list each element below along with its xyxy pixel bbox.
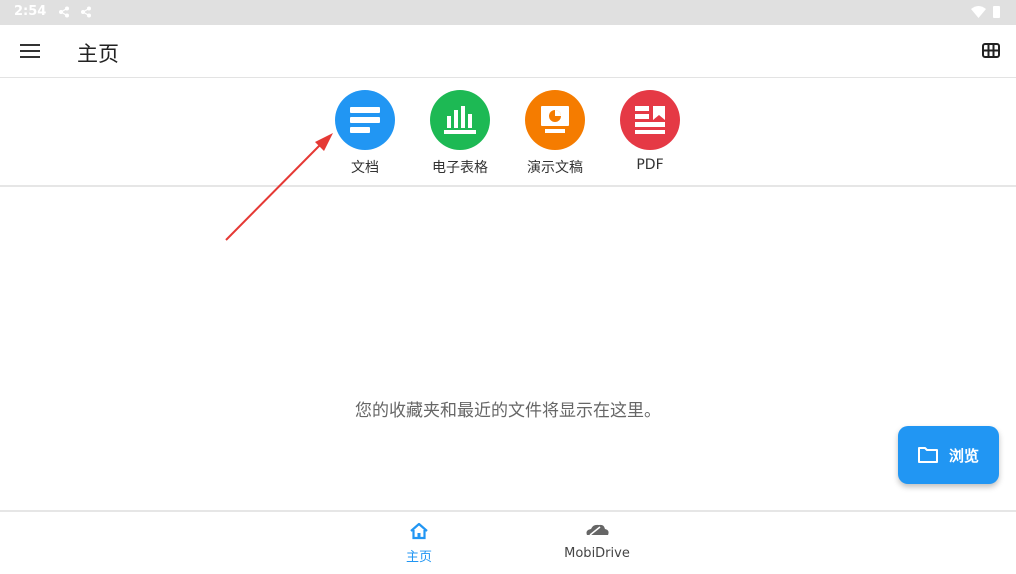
folder-icon — [918, 447, 938, 463]
document-icon — [335, 90, 395, 150]
page-title: 主页 — [77, 42, 119, 66]
shortcut-label: PDF — [636, 157, 664, 173]
nav-label: MobiDrive — [564, 546, 630, 561]
shortcut-label: 文档 — [351, 160, 379, 176]
wifi-icon — [971, 6, 986, 18]
spreadsheet-icon — [430, 90, 490, 150]
grid-view-icon[interactable] — [982, 43, 1000, 58]
pdf-icon — [620, 90, 680, 150]
share-notification-icon — [59, 6, 69, 18]
shortcut-presentation[interactable]: 演示文稿 — [515, 90, 595, 177]
shortcut-label: 电子表格 — [432, 160, 488, 176]
browse-button[interactable]: 浏览 — [898, 426, 999, 484]
shortcut-label: 演示文稿 — [527, 160, 583, 176]
status-bar: 2:54 — [0, 0, 1016, 25]
bottom-navigation: 主页 MobiDrive — [0, 510, 1016, 574]
status-time: 2:54 — [14, 4, 47, 19]
presentation-icon — [525, 90, 585, 150]
new-file-shortcuts: 文档 电子表格 演示文稿 PDF — [0, 78, 1016, 187]
share-notification-icon — [81, 6, 91, 18]
shortcut-spreadsheet[interactable]: 电子表格 — [420, 90, 500, 177]
menu-button[interactable] — [20, 44, 40, 58]
cloud-icon — [586, 524, 609, 536]
home-icon — [410, 522, 428, 540]
browse-label: 浏览 — [949, 447, 980, 465]
shortcut-pdf[interactable]: PDF — [610, 90, 690, 173]
nav-item-home[interactable]: 主页 — [374, 522, 464, 565]
empty-state-message: 您的收藏夹和最近的文件将显示在这里。 — [355, 401, 661, 421]
nav-label: 主页 — [405, 550, 432, 565]
battery-icon — [993, 6, 1000, 18]
nav-item-mobidrive[interactable]: MobiDrive — [552, 522, 642, 561]
app-bar: 主页 — [0, 25, 1016, 78]
shortcut-document[interactable]: 文档 — [325, 90, 405, 177]
